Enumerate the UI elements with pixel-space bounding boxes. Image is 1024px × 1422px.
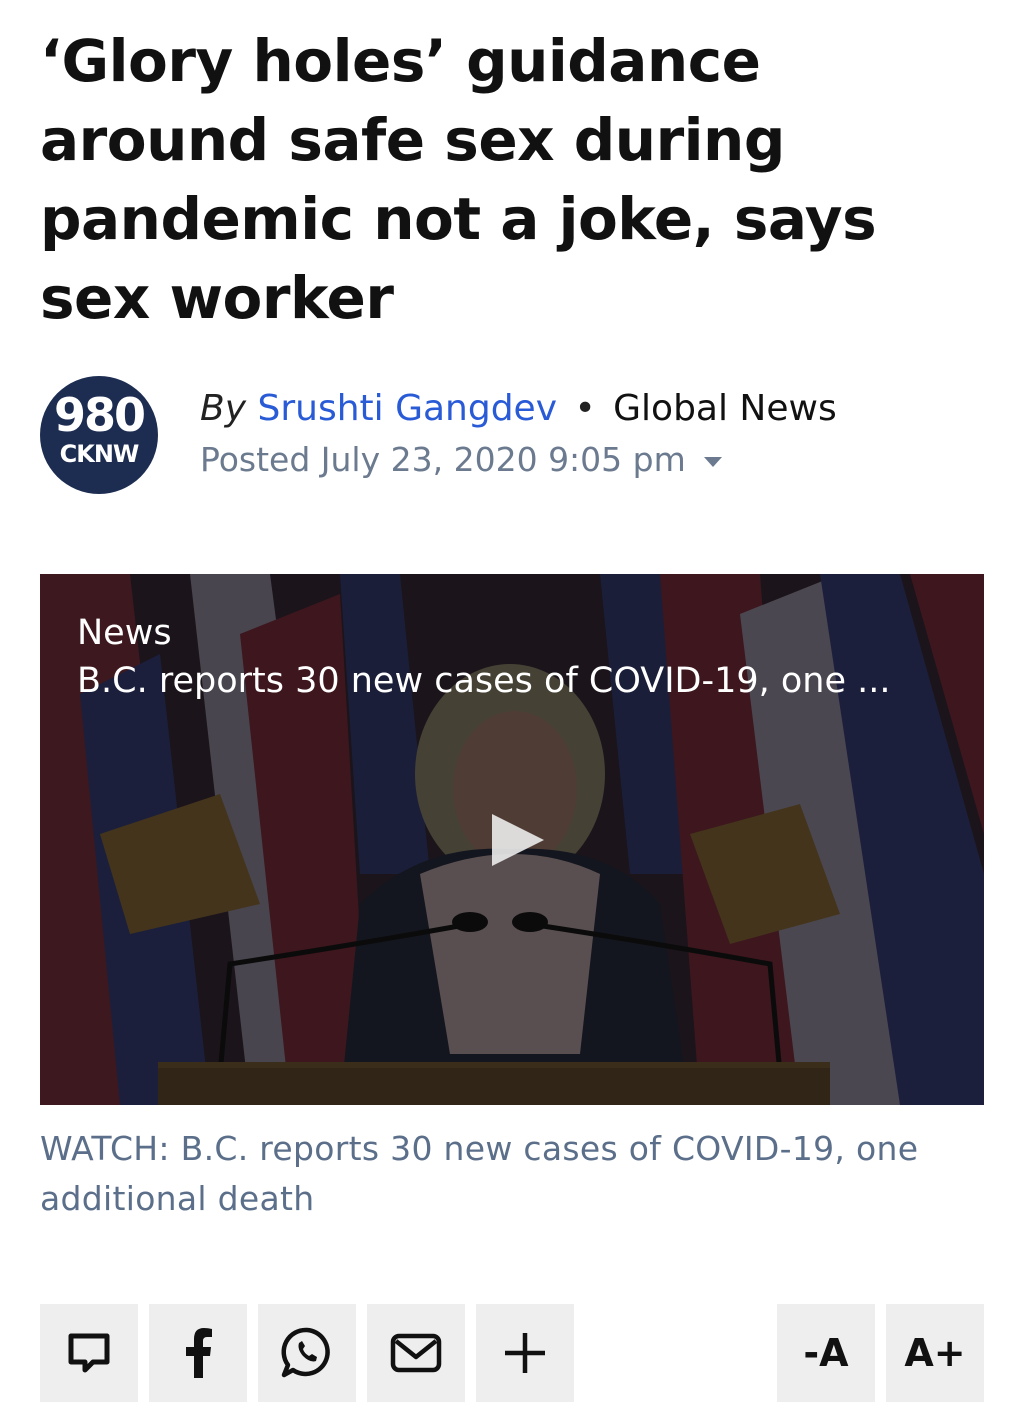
video-title: B.C. reports 30 new cases of COVID-19, o… <box>77 661 891 701</box>
whatsapp-share-button[interactable] <box>258 1304 356 1402</box>
video-player[interactable]: News B.C. reports 30 new cases of COVID-… <box>40 574 984 1105</box>
comment-button[interactable] <box>40 1304 138 1402</box>
email-share-button[interactable] <box>367 1304 465 1402</box>
facebook-icon <box>186 1328 212 1378</box>
whatsapp-icon <box>281 1327 330 1378</box>
author-link[interactable]: Srushti Gangdev <box>257 388 557 429</box>
video-caption: WATCH: B.C. reports 30 new cases of COVI… <box>40 1129 919 1218</box>
increase-font-label: A+ <box>904 1331 966 1375</box>
share-toolbar: -A A+ <box>40 1304 984 1402</box>
email-icon <box>390 1333 442 1373</box>
decrease-font-label: -A <box>803 1331 849 1375</box>
logo-call-letters: CKNW <box>59 440 140 468</box>
logo-number: 980 <box>53 388 146 442</box>
play-icon[interactable] <box>486 810 550 870</box>
video-category: News <box>77 613 172 653</box>
increase-font-button[interactable]: A+ <box>886 1304 984 1402</box>
source-name: Global News <box>613 388 837 429</box>
byline-block: 980 CKNW By Srushti Gangdev • Global New… <box>40 376 984 496</box>
comment-icon <box>68 1333 110 1373</box>
facebook-share-button[interactable] <box>149 1304 247 1402</box>
byline-separator: • <box>574 388 596 429</box>
decrease-font-button[interactable]: -A <box>777 1304 875 1402</box>
article-headline: ‘Glory holes’ guidance around safe sex d… <box>40 27 877 332</box>
byline: By Srushti Gangdev • Global News <box>200 388 837 430</box>
plus-icon <box>505 1333 545 1373</box>
posted-date: Posted July 23, 2020 9:05 pm <box>200 440 686 479</box>
chevron-down-icon <box>703 456 722 467</box>
posted-date-toggle[interactable]: Posted July 23, 2020 9:05 pm <box>200 440 722 480</box>
more-share-button[interactable] <box>476 1304 574 1402</box>
station-logo[interactable]: 980 CKNW <box>40 376 158 494</box>
byline-by-label: By <box>200 388 247 429</box>
